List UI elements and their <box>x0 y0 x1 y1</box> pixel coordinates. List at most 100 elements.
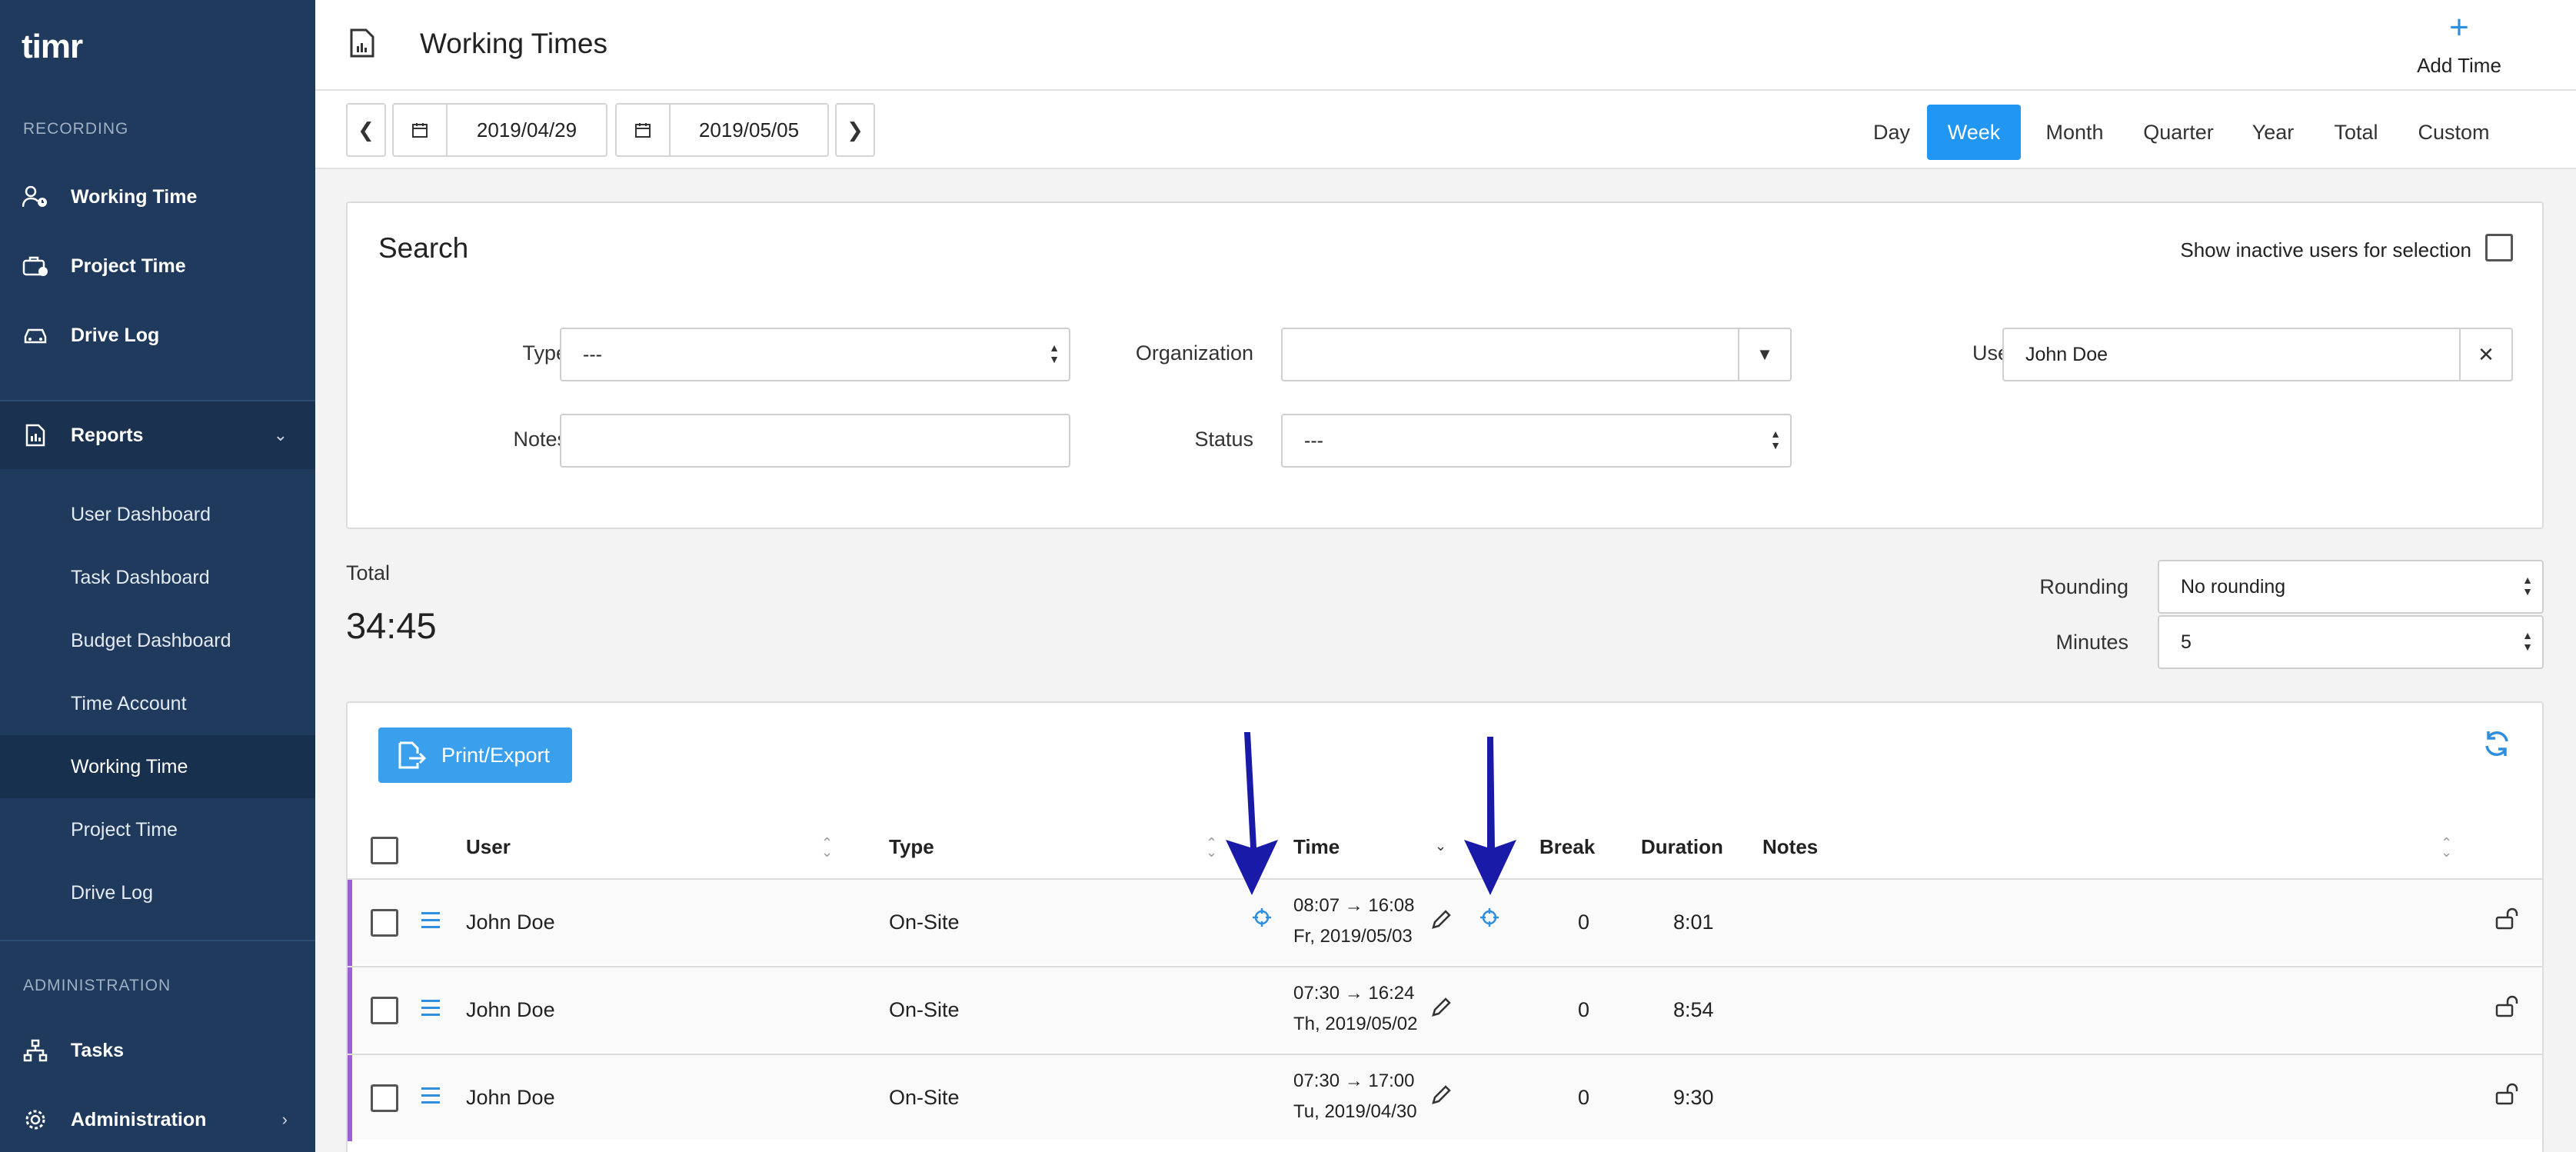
menu-icon[interactable] <box>421 912 440 933</box>
previous-period-button[interactable]: ❮ <box>346 103 386 157</box>
annotation-arrow-icon <box>1226 732 1278 895</box>
chevron-right-icon: › <box>281 1110 288 1129</box>
status-select[interactable]: --- ▲ ▼ <box>1281 414 1792 468</box>
select-all-checkbox[interactable] <box>371 837 398 864</box>
sidebar-item-drive-log-report[interactable]: Drive Log <box>0 861 315 924</box>
sort-icon[interactable]: ⌃ ⌄ <box>1206 836 1217 859</box>
location-crosshair-icon[interactable] <box>1252 907 1272 933</box>
row-date: Tu, 2019/04/30 <box>1293 1101 1417 1122</box>
user-select[interactable]: John Doe ✕ <box>2002 328 2513 381</box>
sidebar-item-working-time[interactable]: Working Time <box>0 166 315 228</box>
type-label: Type <box>522 341 567 365</box>
sidebar-item-administration[interactable]: Administration › <box>0 1089 315 1150</box>
print-export-button[interactable]: Print/Export <box>378 727 572 783</box>
sidebar-item-budget-dashboard[interactable]: Budget Dashboard <box>0 609 315 672</box>
sidebar-item-project-time[interactable]: Project Time <box>0 235 315 297</box>
sidebar-item-user-dashboard[interactable]: User Dashboard <box>0 483 315 546</box>
menu-icon[interactable] <box>421 1000 440 1020</box>
row-checkbox[interactable] <box>371 997 398 1024</box>
select-arrows-icon: ▲ ▼ <box>2522 629 2533 653</box>
unlock-icon[interactable] <box>2494 995 2521 1024</box>
calendar-icon <box>635 123 651 138</box>
row-duration: 8:54 <box>1673 998 1714 1021</box>
refresh-icon[interactable] <box>2482 729 2511 762</box>
row-time-range: 07:30 → 17:00 <box>1293 1070 1415 1091</box>
period-tab-quarter[interactable]: Quarter <box>2128 105 2228 160</box>
column-header-type[interactable]: Type <box>889 835 934 859</box>
type-select-value: --- <box>583 343 602 365</box>
organization-select[interactable]: ▼ <box>1281 328 1792 381</box>
start-date-calendar-button[interactable] <box>392 103 448 157</box>
table-row[interactable]: John Doe On-Site 08:07 → 16:08 Fr, 2019/… <box>348 878 2542 966</box>
unlock-icon[interactable] <box>2494 907 2521 936</box>
status-label: Status <box>1194 428 1253 451</box>
edit-pencil-icon[interactable] <box>1430 997 1452 1024</box>
rounding-select[interactable]: No rounding ▲ ▼ <box>2158 560 2544 614</box>
row-date: Fr, 2019/05/03 <box>1293 926 1413 947</box>
sidebar-item-task-dashboard[interactable]: Task Dashboard <box>0 546 315 609</box>
table-row[interactable]: John Doe On-Site 07:30 → 17:00 Tu, 2019/… <box>348 1054 2542 1141</box>
sidebar-item-drive-log[interactable]: Drive Log <box>0 305 315 366</box>
row-checkbox[interactable] <box>371 1084 398 1112</box>
next-period-button[interactable]: ❯ <box>835 103 875 157</box>
sidebar-item-label: Time Account <box>71 692 187 714</box>
location-crosshair-icon[interactable] <box>1479 907 1499 933</box>
column-header-break[interactable]: Break <box>1539 835 1595 859</box>
row-user: John Doe <box>466 911 555 934</box>
type-select[interactable]: --- ▲ ▼ <box>560 328 1070 381</box>
sidebar-item-time-account[interactable]: Time Account <box>0 672 315 735</box>
row-status-accent <box>348 1055 352 1141</box>
caret-down-icon[interactable]: ▼ <box>1738 328 1792 381</box>
select-arrows-icon: ▲ ▼ <box>1770 428 1781 451</box>
show-inactive-checkbox[interactable] <box>2485 234 2513 261</box>
car-icon <box>22 321 49 349</box>
sort-icon[interactable]: ⌃ ⌄ <box>2441 836 2452 859</box>
rounding-label: Rounding <box>2039 575 2128 598</box>
sidebar-item-label: Project Time <box>71 255 186 277</box>
sidebar-item-working-time-report[interactable]: Working Time <box>0 735 315 798</box>
sort-icon[interactable]: ⌃ ⌄ <box>821 836 833 859</box>
edit-pencil-icon[interactable] <box>1430 1084 1452 1111</box>
total-value: 34:45 <box>346 605 437 646</box>
sidebar-item-label: Working Time <box>71 755 188 777</box>
sidebar-item-reports[interactable]: Reports ⌄ <box>0 401 315 469</box>
column-header-notes[interactable]: Notes <box>1762 835 1818 859</box>
unlock-icon[interactable] <box>2494 1083 2521 1111</box>
row-time-range: 08:07 → 16:08 <box>1293 895 1415 916</box>
show-inactive-label: Show inactive users for selection <box>2180 238 2471 261</box>
column-header-time[interactable]: Time <box>1293 835 1340 859</box>
annotation-arrow-icon <box>1464 737 1516 895</box>
sidebar-item-tasks[interactable]: Tasks <box>0 1020 315 1081</box>
period-tab-year[interactable]: Year <box>2236 105 2310 160</box>
report-document-icon <box>349 28 375 62</box>
sort-desc-icon[interactable]: ⌄ <box>1435 839 1446 853</box>
row-break: 0 <box>1578 911 1590 934</box>
search-title: Search <box>378 232 469 264</box>
add-time-button[interactable]: + Add Time <box>2390 11 2528 78</box>
period-tab-custom[interactable]: Custom <box>2402 105 2505 160</box>
start-date-input[interactable]: 2019/04/29 <box>446 103 607 157</box>
row-break: 0 <box>1578 1086 1590 1109</box>
period-tab-day[interactable]: Day <box>1861 105 1922 160</box>
period-tab-week[interactable]: Week <box>1927 105 2021 160</box>
edit-pencil-icon[interactable] <box>1430 909 1452 936</box>
chevron-right-icon: ❯ <box>847 118 864 142</box>
column-header-user[interactable]: User <box>466 835 511 859</box>
row-date: Th, 2019/05/02 <box>1293 1014 1418 1034</box>
row-time-range: 07:30 → 16:24 <box>1293 983 1415 1004</box>
end-date-calendar-button[interactable] <box>615 103 671 157</box>
organization-label: Organization <box>1135 341 1253 365</box>
clear-user-icon[interactable]: ✕ <box>2459 328 2513 381</box>
column-header-duration[interactable]: Duration <box>1641 835 1723 859</box>
end-date-input[interactable]: 2019/05/05 <box>669 103 829 157</box>
row-checkbox[interactable] <box>371 909 398 937</box>
timr-logo[interactable]: timr <box>22 28 83 66</box>
report-icon <box>22 421 49 449</box>
sidebar-item-project-time-report[interactable]: Project Time <box>0 798 315 861</box>
notes-input[interactable] <box>560 414 1070 468</box>
period-tab-total[interactable]: Total <box>2318 105 2395 160</box>
minutes-select[interactable]: 5 ▲ ▼ <box>2158 615 2544 669</box>
period-tab-month[interactable]: Month <box>2029 105 2121 160</box>
table-row[interactable]: John Doe On-Site 07:30 → 16:24 Th, 2019/… <box>348 966 2542 1054</box>
menu-icon[interactable] <box>421 1087 440 1108</box>
